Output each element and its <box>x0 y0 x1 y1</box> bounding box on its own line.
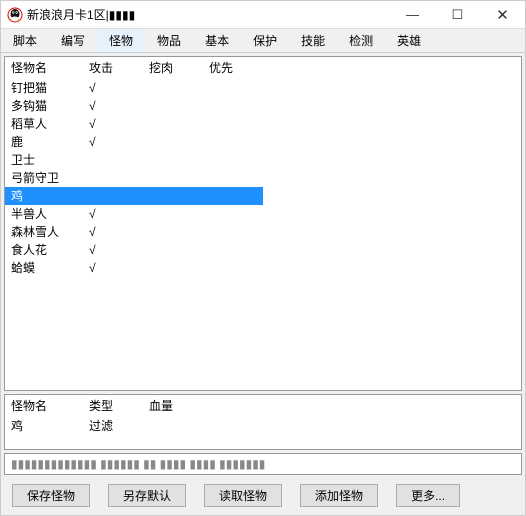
cell-attack <box>83 151 143 169</box>
detail-cell-type: 过滤 <box>83 417 143 435</box>
menu-item-4[interactable]: 基本 <box>193 29 241 52</box>
detail-col-hp[interactable]: 血量 <box>143 397 203 415</box>
table-row[interactable]: 森林雪人√ <box>5 223 521 241</box>
detail-row[interactable]: 鸡过滤 <box>5 417 521 435</box>
cell-prio <box>203 205 263 223</box>
cell-prio <box>203 133 263 151</box>
table-row[interactable]: 卫士 <box>5 151 521 169</box>
col-header-prio[interactable]: 优先 <box>203 59 263 77</box>
table-row[interactable]: 稻草人√ <box>5 115 521 133</box>
cell-name: 半兽人 <box>5 205 83 223</box>
cell-attack: √ <box>83 205 143 223</box>
cell-name: 卫士 <box>5 151 83 169</box>
cell-attack: √ <box>83 259 143 277</box>
save-button[interactable]: 保存怪物 <box>12 484 90 507</box>
cell-prio <box>203 187 263 205</box>
table-row[interactable]: 钉把猫√ <box>5 79 521 97</box>
app-icon <box>7 7 23 23</box>
cell-attack <box>83 169 143 187</box>
cell-attack: √ <box>83 79 143 97</box>
cell-prio <box>203 223 263 241</box>
maximize-button[interactable]: ☐ <box>435 1 480 29</box>
app-window: 新浪浪月卡1区|▮▮▮▮ — ☐ ✕ 脚本编写怪物物品基本保护技能检测英雄 怪物… <box>0 0 526 516</box>
cell-dig <box>143 169 203 187</box>
detail-panel: 怪物名 类型 血量 鸡过滤 <box>4 394 522 450</box>
cell-dig <box>143 97 203 115</box>
table-row[interactable]: 鸡 <box>5 187 521 205</box>
detail-col-name[interactable]: 怪物名 <box>5 397 83 415</box>
table-row[interactable]: 鹿√ <box>5 133 521 151</box>
menu-item-2[interactable]: 怪物 <box>97 29 145 52</box>
table-row[interactable]: 蛤蟆√ <box>5 259 521 277</box>
cell-name: 稻草人 <box>5 115 83 133</box>
cell-prio <box>203 151 263 169</box>
monster-table-body[interactable]: 钉把猫√多钩猫√稻草人√鹿√卫士弓箭守卫鸡半兽人√森林雪人√食人花√蛤蟆√ <box>5 79 521 390</box>
cell-prio <box>203 97 263 115</box>
titlebar: 新浪浪月卡1区|▮▮▮▮ — ☐ ✕ <box>1 1 525 29</box>
menu-item-1[interactable]: 编写 <box>49 29 97 52</box>
add-button[interactable]: 添加怪物 <box>300 484 378 507</box>
menu-item-5[interactable]: 保护 <box>241 29 289 52</box>
cell-attack: √ <box>83 133 143 151</box>
cell-dig <box>143 187 203 205</box>
more-button[interactable]: 更多... <box>396 484 460 507</box>
cell-attack <box>83 187 143 205</box>
detail-col-type[interactable]: 类型 <box>83 397 143 415</box>
menubar: 脚本编写怪物物品基本保护技能检测英雄 <box>1 29 525 53</box>
table-row[interactable]: 半兽人√ <box>5 205 521 223</box>
cell-attack: √ <box>83 241 143 259</box>
detail-cell-name: 鸡 <box>5 417 83 435</box>
save-default-button[interactable]: 另存默认 <box>108 484 186 507</box>
col-header-attack[interactable]: 攻击 <box>83 59 143 77</box>
cell-name: 钉把猫 <box>5 79 83 97</box>
close-button[interactable]: ✕ <box>480 1 525 29</box>
menu-item-3[interactable]: 物品 <box>145 29 193 52</box>
cell-prio <box>203 115 263 133</box>
cell-dig <box>143 133 203 151</box>
cell-name: 多钩猫 <box>5 97 83 115</box>
table-row[interactable]: 弓箭守卫 <box>5 169 521 187</box>
detail-body[interactable]: 鸡过滤 <box>5 417 521 435</box>
cell-dig <box>143 241 203 259</box>
status-bar: ▮▮▮▮▮▮▮▮▮▮▮▮▮ ▮▮▮▮▮▮ ▮▮ ▮▮▮▮ ▮▮▮▮ ▮▮▮▮▮▮… <box>4 453 522 475</box>
cell-dig <box>143 259 203 277</box>
table-row[interactable]: 食人花√ <box>5 241 521 259</box>
col-header-dig[interactable]: 挖肉 <box>143 59 203 77</box>
window-title: 新浪浪月卡1区|▮▮▮▮ <box>27 6 135 23</box>
detail-cell-hp <box>143 417 203 435</box>
monster-table-header: 怪物名 攻击 挖肉 优先 <box>5 57 521 79</box>
minimize-button[interactable]: — <box>390 1 435 29</box>
cell-prio <box>203 241 263 259</box>
menu-item-8[interactable]: 英雄 <box>385 29 433 52</box>
detail-header: 怪物名 类型 血量 <box>5 395 521 417</box>
client-area: 怪物名 攻击 挖肉 优先 钉把猫√多钩猫√稻草人√鹿√卫士弓箭守卫鸡半兽人√森林… <box>1 53 525 515</box>
cell-name: 食人花 <box>5 241 83 259</box>
cell-prio <box>203 259 263 277</box>
cell-dig <box>143 205 203 223</box>
cell-name: 鹿 <box>5 133 83 151</box>
cell-dig <box>143 151 203 169</box>
cell-attack: √ <box>83 223 143 241</box>
cell-dig <box>143 79 203 97</box>
table-row[interactable]: 多钩猫√ <box>5 97 521 115</box>
cell-name: 蛤蟆 <box>5 259 83 277</box>
cell-prio <box>203 79 263 97</box>
cell-prio <box>203 169 263 187</box>
cell-dig <box>143 223 203 241</box>
menu-item-6[interactable]: 技能 <box>289 29 337 52</box>
load-button[interactable]: 读取怪物 <box>204 484 282 507</box>
cell-name: 弓箭守卫 <box>5 169 83 187</box>
cell-dig <box>143 115 203 133</box>
cell-attack: √ <box>83 97 143 115</box>
cell-name: 森林雪人 <box>5 223 83 241</box>
monster-table-panel: 怪物名 攻击 挖肉 优先 钉把猫√多钩猫√稻草人√鹿√卫士弓箭守卫鸡半兽人√森林… <box>4 56 522 391</box>
button-row: 保存怪物另存默认读取怪物添加怪物更多... <box>4 478 522 512</box>
menu-item-0[interactable]: 脚本 <box>1 29 49 52</box>
col-header-name[interactable]: 怪物名 <box>5 59 83 77</box>
cell-name: 鸡 <box>5 187 83 205</box>
cell-attack: √ <box>83 115 143 133</box>
status-text: ▮▮▮▮▮▮▮▮▮▮▮▮▮ ▮▮▮▮▮▮ ▮▮ ▮▮▮▮ ▮▮▮▮ ▮▮▮▮▮▮… <box>11 457 265 471</box>
menu-item-7[interactable]: 检测 <box>337 29 385 52</box>
